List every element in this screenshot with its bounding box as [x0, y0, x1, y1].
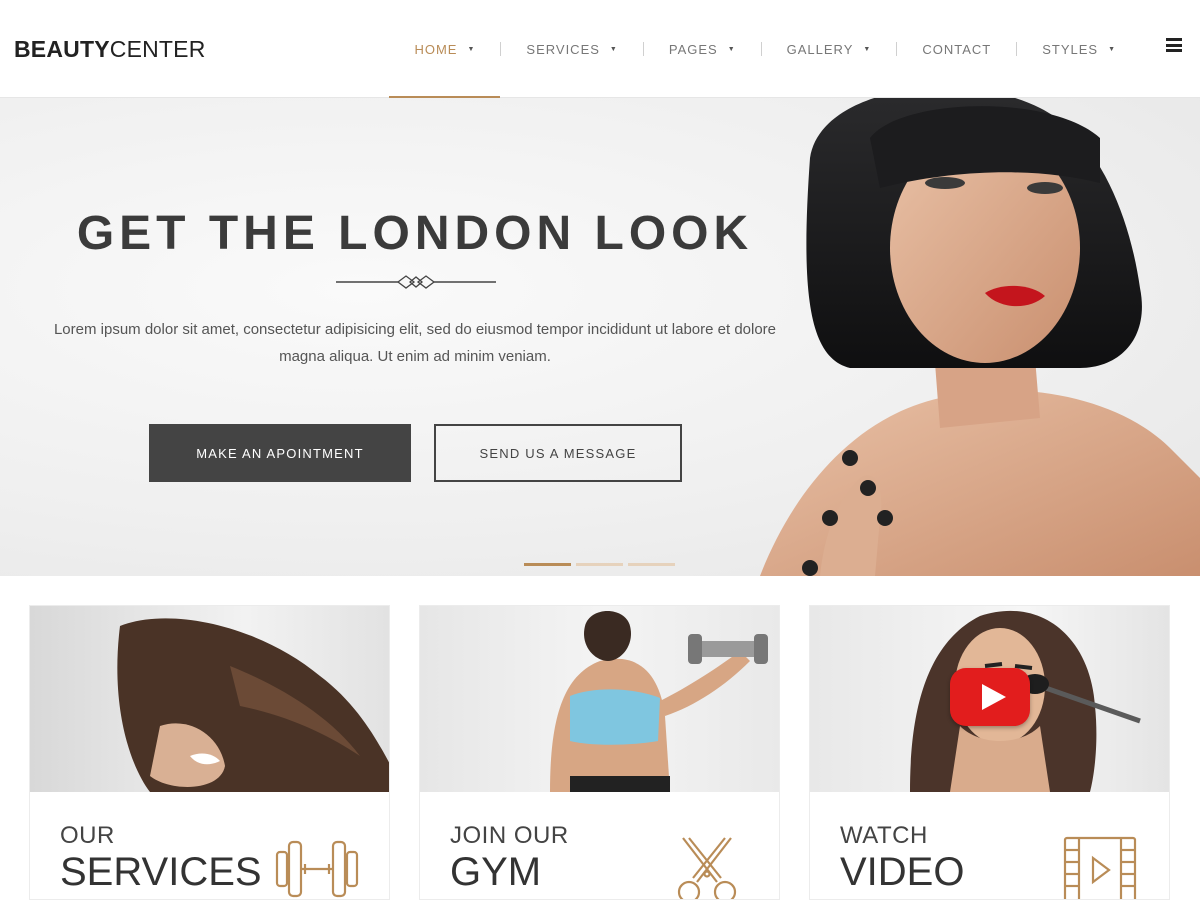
feature-card-services[interactable]: OUR SERVICES [29, 605, 390, 900]
card-body: JOIN OUR GYM [420, 792, 779, 899]
feature-card-video[interactable]: WATCH VIDEO [809, 605, 1170, 900]
logo-bold-text: BEAUTY [14, 36, 110, 62]
site-header: BEAUTYCENTER HOME ▼ SERVICES ▼ PAGES ▼ G… [0, 0, 1200, 99]
hair-model-image [117, 618, 389, 792]
card-body: OUR SERVICES [30, 792, 389, 899]
nav-item-label: HOME [414, 41, 458, 57]
gym-model-image [550, 611, 768, 792]
slider-pagination [524, 563, 675, 566]
nav-item-services[interactable]: SERVICES ▼ [501, 0, 642, 98]
card-image-hair [30, 606, 389, 792]
card-image-makeup [810, 606, 1169, 792]
main-nav: HOME ▼ SERVICES ▼ PAGES ▼ GALLERY ▼ CONT… [389, 0, 1200, 99]
card-subtitle: JOIN OUR [450, 822, 569, 849]
hero-title: GET THE LONDON LOOK [76, 207, 754, 260]
make-appointment-button[interactable]: MAKE AN APOINTMENT [149, 424, 411, 482]
ornament-divider-icon [336, 275, 496, 289]
youtube-play-icon[interactable] [950, 668, 1030, 726]
hero-slider: GET THE LONDON LOOK Lorem ipsum dolor si… [0, 98, 1200, 576]
nav-item-label: PAGES [668, 41, 718, 57]
nav-item-styles[interactable]: STYLES ▼ [1017, 0, 1141, 98]
nav-item-label: GALLERY [786, 41, 854, 57]
nav-item-gallery[interactable]: GALLERY ▼ [762, 0, 897, 98]
slider-dot-1[interactable] [524, 563, 571, 566]
site-logo[interactable]: BEAUTYCENTER [14, 36, 206, 63]
scissors-icon [677, 837, 737, 899]
send-message-button[interactable]: SEND US A MESSAGE [434, 424, 682, 482]
caret-down-icon: ▼ [863, 45, 872, 53]
nav-item-label: CONTACT [922, 41, 992, 57]
film-play-icon [1063, 836, 1137, 899]
nav-item-pages[interactable]: PAGES ▼ [644, 0, 761, 98]
hero-description: Lorem ipsum dolor sit amet, consectetur … [53, 321, 777, 365]
slider-dot-3[interactable] [628, 563, 675, 566]
hamburger-menu-icon[interactable] [1166, 38, 1182, 52]
caret-down-icon: ▼ [609, 45, 618, 53]
menu-toggle[interactable] [1141, 0, 1200, 98]
feature-card-gym[interactable]: JOIN OUR GYM [419, 605, 780, 900]
card-title: GYM [450, 850, 542, 894]
logo-light-text: CENTER [109, 36, 206, 62]
caret-down-icon: ▼ [1108, 45, 1116, 53]
caret-down-icon: ▼ [467, 45, 476, 53]
card-subtitle: OUR [60, 822, 115, 849]
card-title: VIDEO [840, 850, 965, 894]
nav-item-home[interactable]: HOME ▼ [389, 0, 501, 99]
nav-item-label: SERVICES [526, 41, 600, 57]
nav-item-contact[interactable]: CONTACT [897, 0, 1016, 98]
dumbbell-icon [275, 840, 359, 898]
slider-dot-2[interactable] [576, 563, 623, 566]
card-image-gym [420, 606, 779, 792]
nav-item-label: STYLES [1042, 41, 1099, 57]
caret-down-icon: ▼ [727, 45, 736, 53]
card-body: WATCH VIDEO [810, 792, 1169, 899]
card-subtitle: WATCH [840, 822, 928, 849]
card-title: SERVICES [60, 850, 262, 894]
